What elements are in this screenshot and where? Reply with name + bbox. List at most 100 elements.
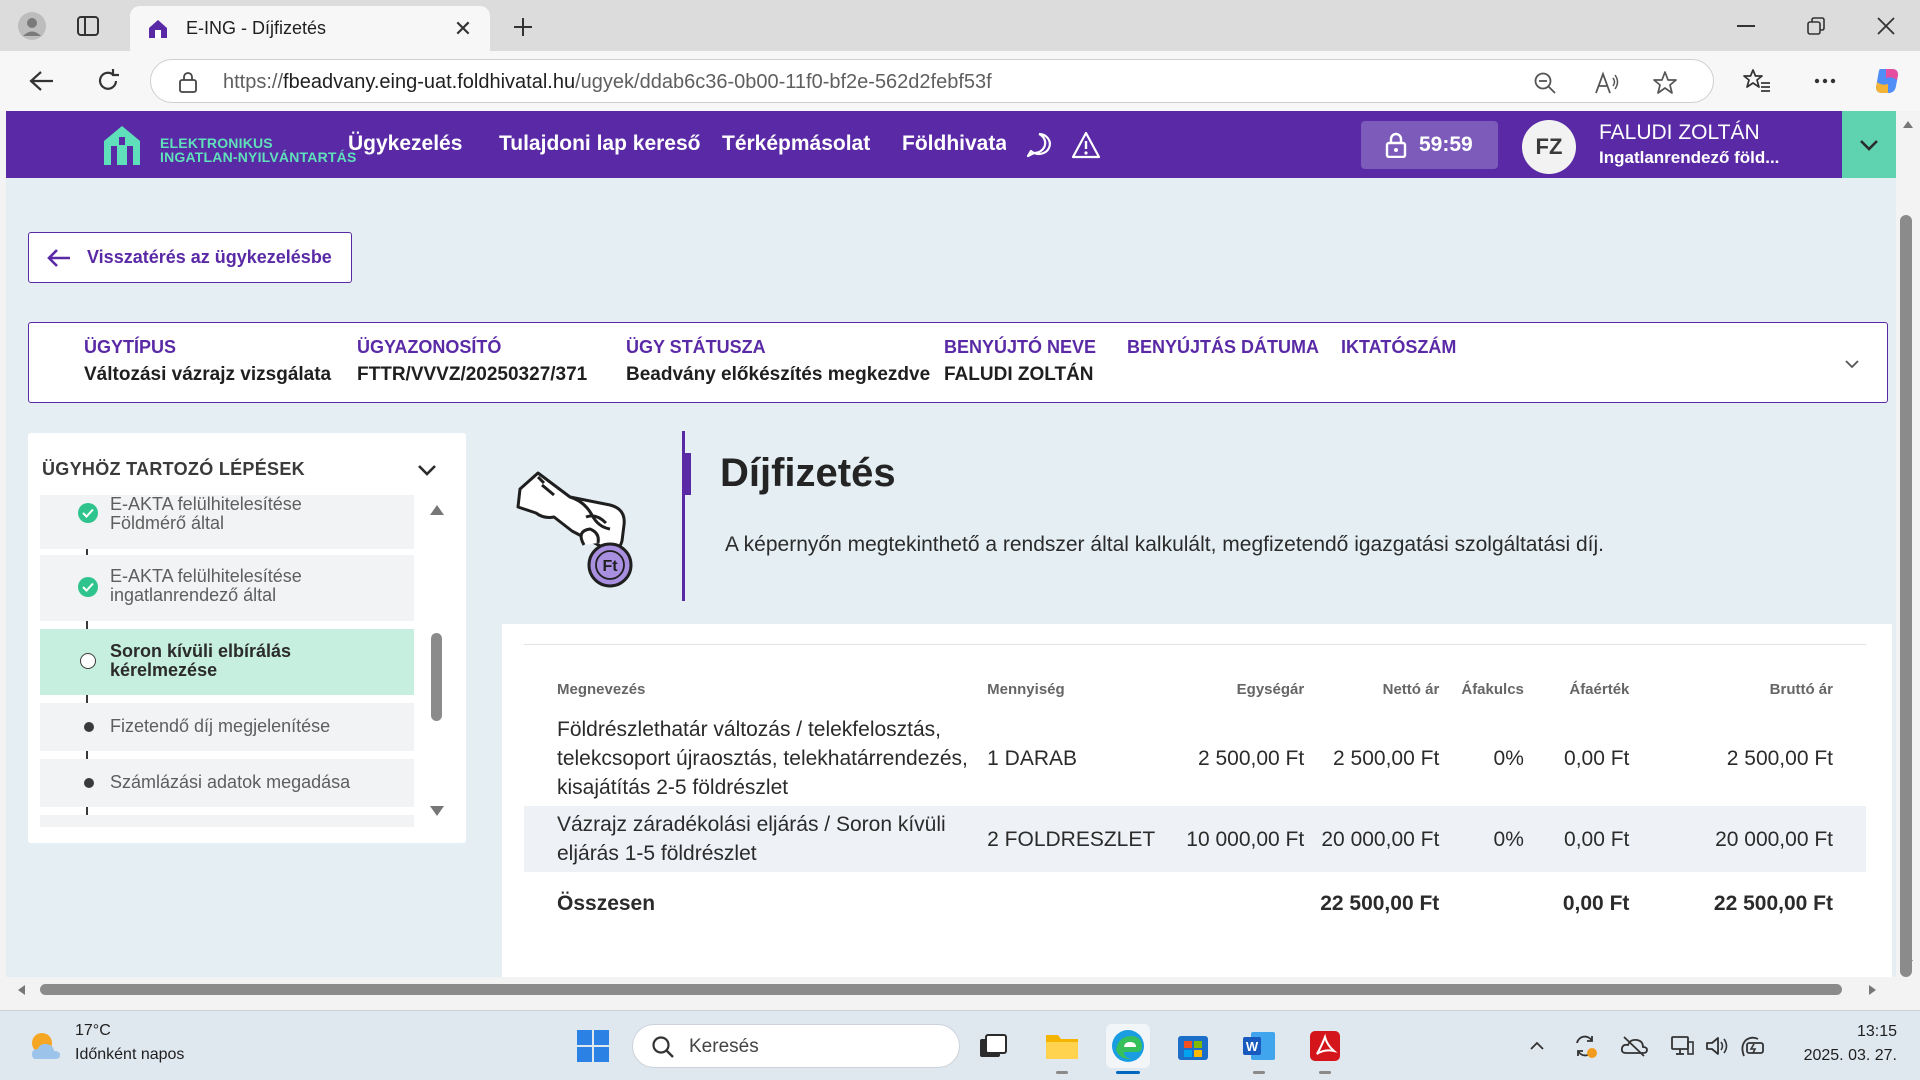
back-to-case-management-button[interactable]: Visszatérés az ügykezelésbe [28, 232, 352, 283]
taskbar-word[interactable]: W [1237, 1024, 1281, 1074]
step-eakta-ingatlanrendezo[interactable]: E-AKTA felülhitelesítése ingatlanrendező … [40, 555, 414, 621]
fee-net-price: 20 000,00 Ft [1312, 806, 1448, 872]
taskbar-edge[interactable] [1106, 1024, 1150, 1074]
step-next-partial[interactable] [40, 815, 414, 827]
page-vertical-scroll-thumb[interactable] [1900, 215, 1912, 977]
more-menu-icon[interactable] [1808, 64, 1842, 98]
col-header-net-price: Nettó ár [1382, 680, 1440, 698]
tab-title: E-ING - Díjfizetés [186, 18, 327, 38]
fee-vat-value: 0,00 Ft [1564, 746, 1630, 770]
start-button[interactable] [571, 1024, 615, 1068]
nav-ugykezeles[interactable]: Ügykezelés [348, 132, 462, 156]
taskbar-store[interactable] [1171, 1024, 1215, 1068]
user-role[interactable]: Ingatlanrendező föld... [1599, 148, 1779, 168]
step-soron-kivuli[interactable]: Soron kívüli elbírálás kérelmezése [40, 629, 414, 695]
tab-actions-icon[interactable] [74, 12, 102, 40]
app-logo-text[interactable]: ELEKTRONIKUS INGATLAN-NYILVÁNTARTÁS [160, 136, 357, 164]
new-tab-icon[interactable] [506, 10, 540, 44]
user-menu-toggle[interactable] [1842, 111, 1896, 178]
taskbar-file-explorer[interactable] [1040, 1024, 1084, 1074]
step-fizetendo-dij[interactable]: Fizetendő díj megjelenítése [40, 703, 414, 751]
check-icon [78, 577, 98, 597]
zoom-out-icon[interactable] [1531, 69, 1559, 97]
current-step-circle-icon [80, 653, 96, 669]
fee-quantity: 1 DARAB [987, 746, 1078, 770]
table-row: Földrészlethatár változás / telekfeloszt… [524, 710, 1866, 806]
address-bar[interactable]: https://fbeadvany.eing-uat.foldhivatal.h… [150, 59, 1714, 103]
copilot-icon[interactable] [1870, 64, 1904, 98]
favorite-star-icon[interactable] [1651, 69, 1679, 97]
scroll-down-icon[interactable] [430, 806, 444, 816]
taskbar-acrobat[interactable] [1303, 1024, 1347, 1074]
warning-icon[interactable] [1069, 128, 1103, 162]
fee-unit-price: 10 000,00 Ft [1163, 806, 1313, 872]
fee-name: Vázrajz záradékolási eljárás / Soron kív… [524, 806, 980, 872]
case-type: ÜGYTÍPUS Változási vázrajz vizsgálata [84, 337, 332, 385]
weather-description[interactable]: Időnként napos [75, 1046, 184, 1064]
task-view-button[interactable] [971, 1024, 1015, 1068]
session-timer[interactable]: 59:59 [1361, 121, 1498, 169]
favorites-list-icon[interactable] [1740, 64, 1774, 98]
arrow-left-icon [47, 248, 70, 267]
fee-name: Földrészlethatár változás / telekfeloszt… [557, 717, 968, 799]
sync-update-icon[interactable] [1571, 1032, 1599, 1060]
browser-tab-bar: E-ING - Díjfizetés ✕ [0, 0, 1920, 51]
clock-time[interactable]: 13:15 [1847, 1023, 1897, 1041]
edge-browser-icon [1112, 1030, 1144, 1062]
read-aloud-icon[interactable] [1593, 69, 1621, 97]
search-icon [652, 1036, 674, 1058]
chat-icon[interactable] [1022, 128, 1056, 162]
back-arrow-icon[interactable] [24, 63, 60, 99]
store-icon [1178, 1036, 1208, 1060]
check-icon [78, 503, 98, 523]
close-tab-icon[interactable]: ✕ [448, 14, 478, 44]
step-szamlazasi-adatok[interactable]: Számlázási adatok megadása [40, 759, 414, 807]
browser-tab[interactable]: E-ING - Díjfizetés ✕ [130, 6, 490, 51]
pending-dot-icon [84, 722, 94, 732]
case-steps-panel: ÜGYHÖZ TARTOZÓ LÉPÉSEK E-AKTA felülhitel… [28, 433, 466, 843]
hand-coin-payment-icon: Ft [516, 471, 633, 588]
reload-icon[interactable] [90, 63, 126, 99]
show-hidden-icons-icon[interactable] [1523, 1032, 1551, 1060]
nav-tulajdoni-lap-kereso[interactable]: Tulajdoni lap kereső [499, 132, 701, 156]
minimize-icon[interactable] [1718, 6, 1774, 46]
onedrive-offline-icon[interactable] [1620, 1032, 1648, 1060]
steps-scrollbar-thumb[interactable] [431, 633, 442, 721]
volume-icon[interactable] [1703, 1032, 1731, 1060]
task-view-icon [980, 1034, 1007, 1057]
nav-foldhivatalok[interactable]: Földhivatalo [902, 132, 1006, 156]
total-label: Összesen [557, 891, 656, 915]
page-title: Díjfizetés [720, 451, 896, 495]
close-window-icon[interactable] [1858, 6, 1914, 46]
scroll-right-icon[interactable] [1868, 984, 1878, 996]
col-header-gross-price: Bruttó ár [1769, 680, 1833, 698]
url-text: https://fbeadvany.eing-uat.foldhivatal.h… [223, 71, 992, 93]
user-avatar[interactable]: FZ [1522, 120, 1576, 174]
step-eakta-foldmero[interactable]: E-AKTA felülhitelesítése Földmérő által [40, 495, 414, 549]
total-net: 22 500,00 Ft [1320, 891, 1440, 915]
chevron-down-icon[interactable] [1841, 353, 1863, 375]
scroll-left-icon[interactable] [16, 984, 26, 996]
user-name[interactable]: FALUDI ZOLTÁN [1599, 121, 1760, 145]
windows-start-icon [577, 1030, 609, 1062]
eing-logo-icon [104, 126, 140, 165]
weather-temperature[interactable]: 17°C [75, 1022, 111, 1040]
battery-charging-icon[interactable] [1738, 1032, 1766, 1060]
taskbar-search[interactable]: Keresés [632, 1024, 960, 1068]
folder-icon [1046, 1035, 1078, 1059]
scroll-up-icon[interactable] [430, 505, 444, 515]
clock-date[interactable]: 2025. 03. 27. [1790, 1047, 1897, 1065]
network-icon[interactable] [1668, 1032, 1696, 1060]
page-horizontal-scroll-thumb[interactable] [40, 984, 1842, 995]
profile-icon[interactable] [14, 8, 50, 44]
restore-icon[interactable] [1788, 6, 1844, 46]
submitter-name: BENYÚJTÓ NEVE FALUDI ZOLTÁN [944, 337, 1097, 385]
nav-terkepmasolat[interactable]: Térképmásolat [722, 132, 870, 156]
table-row: Vázrajz záradékolási eljárás / Soron kív… [524, 806, 1866, 872]
partly-sunny-icon[interactable] [26, 1027, 64, 1065]
scroll-up-icon[interactable] [1902, 119, 1914, 129]
fee-quantity: 2 FOLDRESZLET [979, 806, 1164, 872]
steps-collapse-toggle[interactable] [412, 455, 442, 485]
fee-table-header: Megnevezés Mennyiség Egységár Nettó ár Á… [524, 668, 1866, 710]
total-row: Összesen 22 500,00 Ft 0,00 Ft 22 500,00 … [524, 872, 1866, 934]
